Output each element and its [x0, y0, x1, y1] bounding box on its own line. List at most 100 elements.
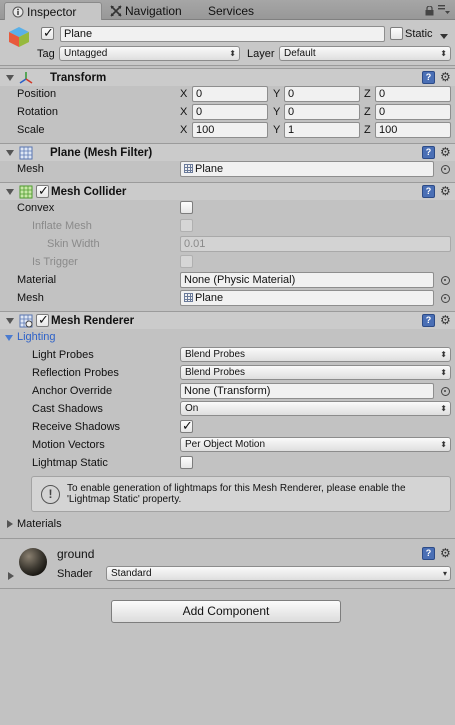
transform-icon: [19, 71, 33, 88]
lightmap-static-checkbox[interactable]: [180, 456, 193, 469]
collider-mesh-value: Plane: [195, 292, 224, 304]
gear-icon[interactable]: ⚙: [440, 71, 451, 84]
convex-checkbox[interactable]: [180, 201, 193, 214]
motion-vectors-label: Motion Vectors: [32, 439, 105, 451]
add-component-button[interactable]: Add Component: [111, 600, 341, 623]
position-x-label: X: [180, 88, 188, 100]
scale-y-field[interactable]: 1: [284, 122, 360, 138]
foldout-arrow-icon[interactable]: [6, 75, 14, 81]
dropdown-arrows-icon: ⬍: [440, 368, 447, 377]
object-picker-icon[interactable]: [441, 165, 450, 174]
position-x-field[interactable]: 0: [192, 86, 268, 102]
help-icon[interactable]: ?: [422, 71, 435, 84]
mesh-collider-header[interactable]: ✓ Mesh Collider ? ⚙: [0, 182, 455, 200]
shader-value: Standard: [111, 568, 152, 579]
gameobject-header: ✓ Plane Static Tag Untagged ⬍ Layer Defa…: [0, 20, 455, 66]
mesh-filter-mesh-label: Mesh: [17, 163, 44, 175]
reflection-probes-label: Reflection Probes: [32, 367, 119, 379]
inflate-mesh-label: Inflate Mesh: [32, 220, 92, 232]
dropdown-arrow-icon: ▾: [442, 569, 447, 578]
light-probes-label: Light Probes: [32, 349, 94, 361]
receive-shadows-checkbox[interactable]: ✓: [180, 418, 193, 433]
rotation-x-label: X: [180, 106, 188, 118]
checkmark-icon: ✓: [43, 25, 54, 40]
mesh-collider-title: Mesh Collider: [51, 186, 127, 198]
help-icon[interactable]: ?: [422, 185, 435, 198]
rotation-y-field[interactable]: 0: [284, 104, 360, 120]
inspector-icon: [12, 5, 24, 18]
gear-icon[interactable]: ⚙: [440, 146, 451, 159]
motion-vectors-value: Per Object Motion: [185, 439, 266, 450]
mesh-collider-enabled-checkbox[interactable]: ✓: [36, 183, 49, 198]
material-divider: [0, 538, 455, 539]
scale-z-field[interactable]: 100: [375, 122, 451, 138]
skin-width-label: Skin Width: [47, 238, 100, 250]
help-icon[interactable]: ?: [422, 547, 435, 560]
position-z-field[interactable]: 0: [375, 86, 451, 102]
static-label: Static: [405, 28, 433, 40]
object-picker-icon[interactable]: [441, 276, 450, 285]
position-y-field[interactable]: 0: [284, 86, 360, 102]
rotation-z-field[interactable]: 0: [375, 104, 451, 120]
dropdown-arrows-icon: ⬍: [440, 350, 447, 359]
mesh-renderer-enabled-checkbox[interactable]: ✓: [36, 312, 49, 327]
tab-inspector[interactable]: Inspector: [4, 2, 102, 20]
transform-title: Transform: [50, 72, 107, 84]
scale-x-field[interactable]: 100: [192, 122, 268, 138]
gear-icon[interactable]: ⚙: [440, 314, 451, 327]
object-picker-icon[interactable]: [441, 387, 450, 396]
skin-width-field: 0.01: [180, 236, 451, 252]
material-foldout-arrow-icon[interactable]: [8, 572, 14, 580]
lighting-foldout-arrow-icon[interactable]: [5, 335, 13, 341]
scale-label: Scale: [17, 124, 45, 136]
object-name-field[interactable]: Plane: [60, 26, 385, 42]
mesh-filter-icon: [19, 146, 33, 163]
tab-navigation[interactable]: Navigation: [108, 2, 200, 20]
collider-mesh-field[interactable]: Plane: [180, 290, 434, 306]
tab-inspector-label: Inspector: [27, 5, 77, 19]
materials-label[interactable]: Materials: [17, 517, 62, 531]
gear-icon[interactable]: ⚙: [440, 185, 451, 198]
layer-dropdown[interactable]: Default ⬍: [279, 46, 451, 61]
position-y-label: Y: [273, 88, 281, 100]
object-picker-icon[interactable]: [441, 294, 450, 303]
tag-dropdown[interactable]: Untagged ⬍: [59, 46, 240, 61]
foldout-arrow-icon[interactable]: [6, 150, 14, 156]
collider-material-field[interactable]: None (Physic Material): [180, 272, 434, 288]
motion-vectors-dropdown[interactable]: Per Object Motion ⬍: [180, 437, 451, 452]
mesh-filter-mesh-field[interactable]: Plane: [180, 161, 434, 177]
context-menu-icon[interactable]: [438, 5, 450, 18]
scale-x-label: X: [180, 124, 188, 136]
lighting-section-label[interactable]: Lighting: [17, 330, 56, 344]
help-icon[interactable]: ?: [422, 314, 435, 327]
lock-icon[interactable]: [425, 5, 434, 19]
mesh-icon: [184, 164, 193, 173]
tab-services-label: Services: [208, 4, 255, 18]
info-warning-icon: !: [41, 485, 60, 504]
help-icon[interactable]: ?: [422, 146, 435, 159]
checkmark-icon: ✓: [38, 312, 49, 327]
static-checkbox[interactable]: [390, 27, 403, 40]
tag-dropdown-value: Untagged: [64, 48, 108, 59]
materials-foldout-arrow-icon[interactable]: [7, 520, 13, 528]
foldout-arrow-icon[interactable]: [6, 318, 14, 324]
checkmark-icon: ✓: [38, 183, 49, 198]
receive-shadows-label: Receive Shadows: [32, 421, 121, 433]
tab-services[interactable]: Services: [205, 2, 265, 20]
rotation-x-field[interactable]: 0: [192, 104, 268, 120]
static-dropdown-arrow-icon[interactable]: [440, 31, 448, 43]
mesh-renderer-header[interactable]: ✓ Mesh Renderer ? ⚙: [0, 311, 455, 329]
gameobject-active-checkbox[interactable]: ✓: [41, 25, 54, 40]
cast-shadows-dropdown[interactable]: On ⬍: [180, 401, 451, 416]
transform-header[interactable]: Transform ? ⚙: [0, 68, 455, 86]
lightmap-static-label: Lightmap Static: [32, 457, 108, 469]
gameobject-cube-icon: [7, 25, 31, 52]
reflection-probes-dropdown[interactable]: Blend Probes ⬍: [180, 365, 451, 380]
mesh-filter-header[interactable]: Plane (Mesh Filter) ? ⚙: [0, 143, 455, 161]
shader-dropdown[interactable]: Standard ▾: [106, 566, 451, 581]
gear-icon[interactable]: ⚙: [440, 547, 451, 560]
light-probes-dropdown[interactable]: Blend Probes ⬍: [180, 347, 451, 362]
layer-dropdown-value: Default: [284, 48, 316, 59]
foldout-arrow-icon[interactable]: [6, 189, 14, 195]
anchor-override-field[interactable]: None (Transform): [180, 383, 434, 399]
